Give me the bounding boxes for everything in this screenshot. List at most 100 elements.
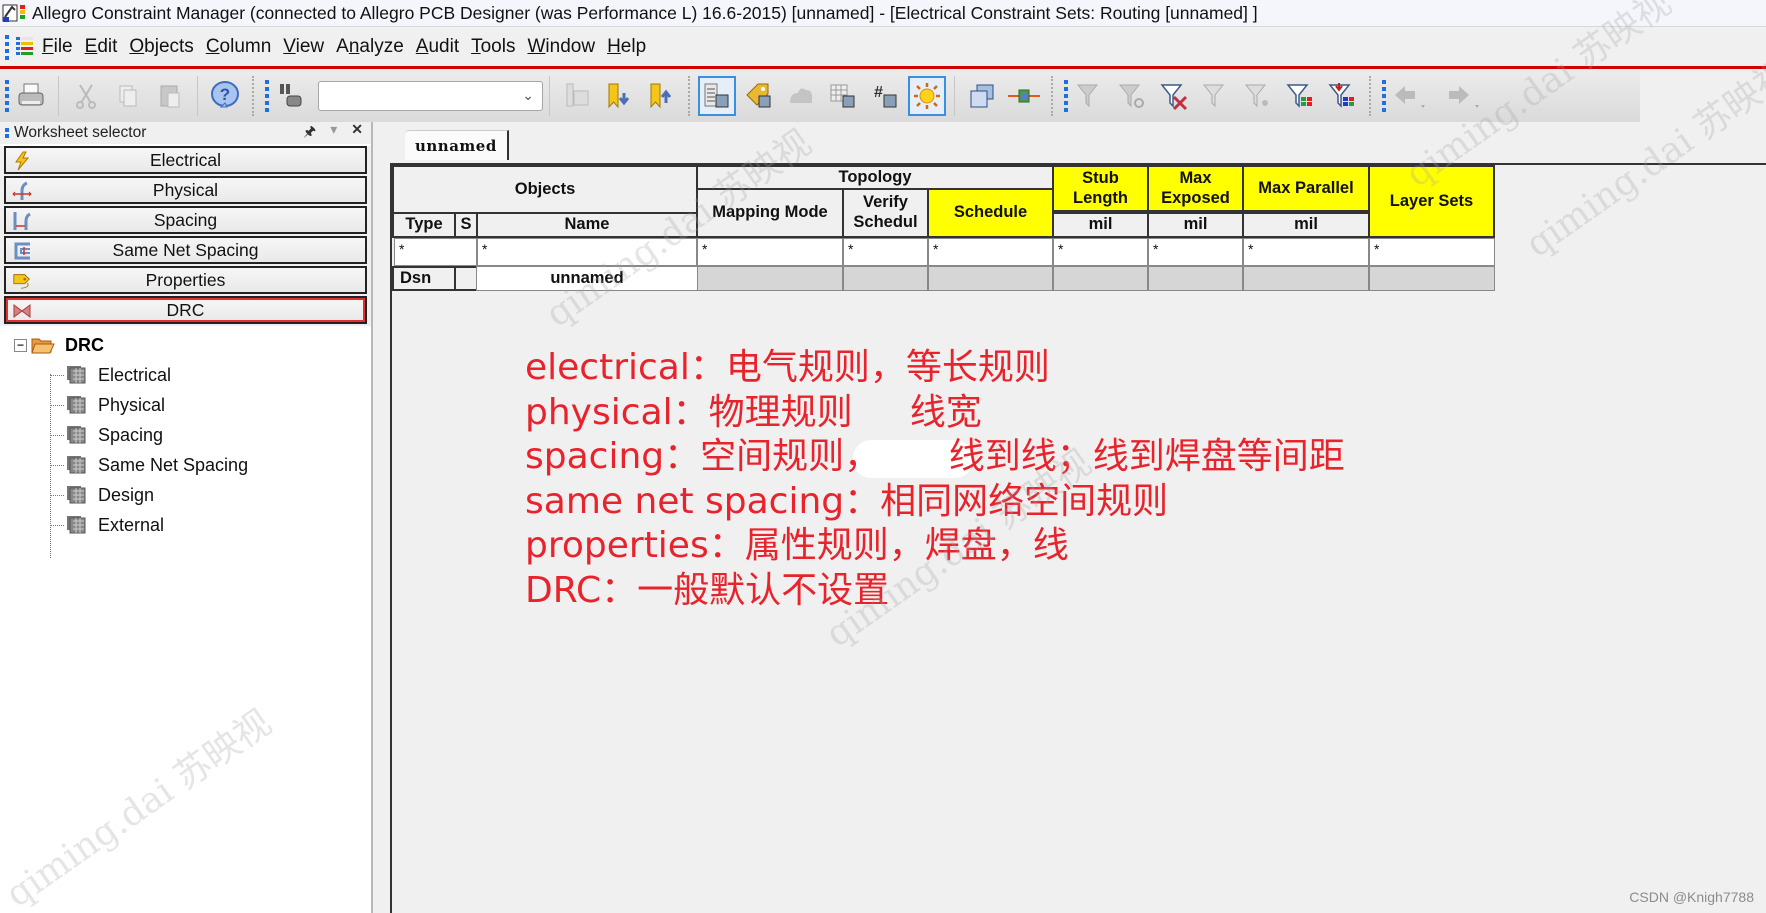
worksheet-spacing-button[interactable]: Spacing: [4, 206, 367, 234]
tree-item-spacing[interactable]: Spacing: [0, 420, 371, 450]
cut-icon[interactable]: [67, 76, 105, 116]
menu-audit[interactable]: Audit: [416, 36, 459, 58]
lightning-icon: [12, 151, 32, 171]
forward-icon[interactable]: [1441, 76, 1489, 116]
panel-menu-icon[interactable]: ▾: [330, 121, 337, 145]
header-layer-sets[interactable]: Layer Sets: [1368, 165, 1495, 238]
filter-schedule[interactable]: *: [928, 238, 1053, 266]
tree-root-label: DRC: [65, 334, 104, 355]
filter-type[interactable]: *: [394, 238, 477, 266]
filter-drc-icon[interactable]: [1155, 76, 1193, 116]
header-mapping-mode[interactable]: Mapping Mode: [696, 188, 844, 238]
row-layer-sets-cell[interactable]: [1369, 266, 1495, 291]
menu-objects[interactable]: Objects: [129, 36, 193, 58]
filter-layer-sets[interactable]: *: [1369, 238, 1495, 266]
header-name[interactable]: Name: [476, 212, 698, 238]
worksheet-properties-button[interactable]: Properties: [4, 266, 367, 294]
menu-view[interactable]: View: [283, 36, 324, 58]
filter-clear-icon[interactable]: [1113, 76, 1151, 116]
tag-icon[interactable]: [740, 76, 778, 116]
copy-icon[interactable]: [109, 76, 147, 116]
filter-mapping-mode[interactable]: *: [697, 238, 843, 266]
print-icon[interactable]: [12, 76, 50, 116]
row-s-cell[interactable]: [454, 266, 478, 291]
worksheet-icon[interactable]: [558, 76, 596, 116]
menu-file[interactable]: File: [42, 36, 73, 58]
close-icon[interactable]: ✕: [351, 121, 363, 145]
pin-icon[interactable]: 🖈︎: [303, 121, 316, 145]
search-combo[interactable]: ⌄: [318, 81, 543, 111]
filter-max-exposed[interactable]: *: [1148, 238, 1243, 266]
worksheet-drc-button[interactable]: DRC: [4, 296, 367, 324]
filter-refresh-icon[interactable]: [1071, 76, 1109, 116]
sun-icon[interactable]: [908, 76, 946, 116]
toolbar-grip[interactable]: [265, 80, 270, 112]
row-mapping-mode-cell[interactable]: [697, 266, 843, 291]
tree-item-design[interactable]: Design: [0, 480, 371, 510]
worksheet-selector-panel: Worksheet selector 🖈︎ ▾ ✕ Electrical Phy…: [0, 121, 373, 913]
tree-item-external[interactable]: External: [0, 510, 371, 540]
worksheet-same-net-spacing-button[interactable]: Same Net Spacing: [4, 236, 367, 264]
filter-table-icon[interactable]: [1281, 76, 1319, 116]
menu-tools[interactable]: Tools: [471, 36, 515, 58]
row-max-parallel-cell[interactable]: [1243, 266, 1369, 291]
header-verify-schedule[interactable]: Verify Schedul: [842, 188, 929, 238]
collapse-icon[interactable]: −: [14, 338, 27, 352]
panel-grip[interactable]: [5, 128, 9, 138]
filter-max-parallel[interactable]: *: [1243, 238, 1369, 266]
toolbar-separator: [688, 76, 690, 116]
header-stub-length[interactable]: Stub Length: [1052, 165, 1149, 212]
filter-down-icon[interactable]: [1323, 76, 1361, 116]
filter-name[interactable]: *: [477, 238, 697, 266]
connect-icon[interactable]: [1005, 76, 1043, 116]
hash-icon[interactable]: #: [866, 76, 904, 116]
windows-icon[interactable]: [963, 76, 1001, 116]
bookmark-down-icon[interactable]: [600, 76, 638, 116]
back-icon[interactable]: [1389, 76, 1437, 116]
unit-max-exposed: mil: [1147, 212, 1244, 238]
header-schedule[interactable]: Schedule: [927, 188, 1054, 238]
tree-root-drc[interactable]: − DRC: [0, 330, 371, 360]
tree-item-electrical[interactable]: Electrical: [0, 360, 371, 390]
filter-verify-schedule[interactable]: *: [843, 238, 928, 266]
row-verify-schedule-cell[interactable]: [843, 266, 928, 291]
header-max-exposed[interactable]: Max Exposed: [1147, 165, 1244, 212]
paste-icon[interactable]: [151, 76, 189, 116]
toolbar-grip[interactable]: [1064, 80, 1069, 112]
row-name-cell[interactable]: unnamed: [476, 266, 698, 291]
menu-divider: [0, 66, 1766, 69]
worksheet-physical-button[interactable]: Physical: [4, 176, 367, 204]
chevron-down-icon[interactable]: ⌄: [522, 87, 534, 104]
header-max-parallel[interactable]: Max Parallel: [1242, 165, 1370, 212]
filter-route-icon[interactable]: [1197, 76, 1235, 116]
toolbar-separator: [1369, 76, 1371, 116]
column-panel-icon[interactable]: [698, 76, 736, 116]
find-icon[interactable]: [272, 76, 310, 116]
tree-item-physical[interactable]: Physical: [0, 390, 371, 420]
menu-help[interactable]: Help: [607, 36, 646, 58]
tab-unnamed[interactable]: unnamed: [405, 130, 509, 160]
menu-analyze[interactable]: Analyze: [336, 36, 404, 58]
menu-column[interactable]: Column: [206, 36, 271, 58]
worksheet-icon: [66, 425, 88, 445]
menu-edit[interactable]: Edit: [85, 36, 118, 58]
tree-item-same-net-spacing[interactable]: Same Net Spacing: [0, 450, 371, 480]
row-max-exposed-cell[interactable]: [1148, 266, 1243, 291]
row-schedule-cell[interactable]: [928, 266, 1053, 291]
cloud-icon[interactable]: [782, 76, 820, 116]
help-icon[interactable]: ?: [206, 76, 244, 116]
header-s[interactable]: S: [454, 212, 478, 238]
row-type-cell[interactable]: Dsn: [392, 266, 456, 291]
same-net-spacing-icon: [12, 241, 32, 261]
grid-icon[interactable]: [824, 76, 862, 116]
toolbar-grip[interactable]: [1382, 80, 1387, 112]
filter-stub-length[interactable]: *: [1053, 238, 1148, 266]
menubar-grip[interactable]: [5, 34, 10, 60]
menu-window[interactable]: Window: [527, 36, 595, 58]
header-type[interactable]: Type: [392, 212, 456, 238]
bookmark-up-icon[interactable]: [642, 76, 680, 116]
filter-settings-icon[interactable]: [1239, 76, 1277, 116]
worksheet-electrical-button[interactable]: Electrical: [4, 146, 367, 174]
row-stub-length-cell[interactable]: [1053, 266, 1148, 291]
toolbar-grip[interactable]: [5, 80, 10, 112]
